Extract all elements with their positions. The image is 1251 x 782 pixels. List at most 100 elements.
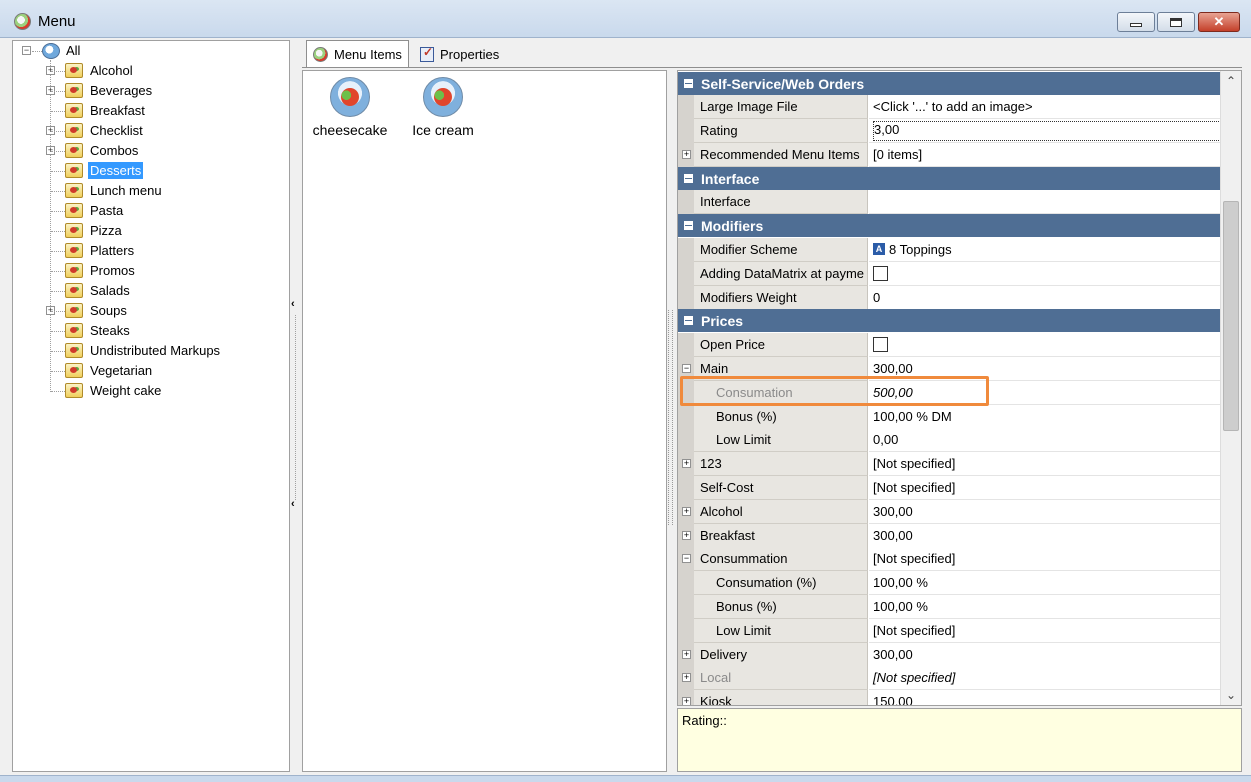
- tree-item-weight-cake[interactable]: Weight cake: [13, 381, 289, 401]
- collapse-icon[interactable]: −: [682, 364, 691, 373]
- tree-item-beverages[interactable]: + Beverages: [13, 81, 289, 101]
- dish-icon: [423, 77, 463, 117]
- prop-modifier-scheme[interactable]: Modifier Scheme A 8 Toppings: [678, 238, 1221, 262]
- expand-icon[interactable]: +: [682, 150, 691, 159]
- open-price-checkbox[interactable]: [873, 336, 888, 352]
- prop-delivery[interactable]: + Delivery 300,00: [678, 643, 1221, 667]
- prop-open-price[interactable]: Open Price: [678, 333, 1221, 357]
- prop-value[interactable]: [Not specified]: [869, 666, 1221, 690]
- prop-self-cost[interactable]: Self-Cost [Not specified]: [678, 476, 1221, 500]
- prop-value[interactable]: 300,00: [869, 524, 1221, 548]
- prop-consumation-pct[interactable]: Consumation (%) 100,00 %: [678, 571, 1221, 595]
- prop-local[interactable]: + Local [Not specified]: [678, 666, 1221, 690]
- category-prices[interactable]: Prices: [678, 309, 1221, 332]
- menu-item-cheesecake[interactable]: cheesecake: [310, 77, 390, 138]
- prop-bonus-main[interactable]: Bonus (%) 100,00 % DM: [678, 405, 1221, 429]
- prop-alcohol[interactable]: + Alcohol 300,00: [678, 500, 1221, 524]
- tree-item-vegetarian[interactable]: Vegetarian: [13, 361, 289, 381]
- expand-icon[interactable]: +: [682, 459, 691, 468]
- menu-item-label: Ice cream: [412, 122, 474, 138]
- prop-consummation[interactable]: − Consummation [Not specified]: [678, 547, 1221, 571]
- tree-root[interactable]: − All: [13, 41, 289, 61]
- prop-value[interactable]: [0 items]: [869, 143, 1221, 167]
- tab-properties[interactable]: Properties: [414, 42, 505, 67]
- tree-item-undistributed-markups[interactable]: Undistributed Markups: [13, 341, 289, 361]
- prop-low-limit-main[interactable]: Low Limit 0,00: [678, 428, 1221, 452]
- tree-item-checklist[interactable]: + Checklist: [13, 121, 289, 141]
- category-self-service[interactable]: Self-Service/Web Orders: [678, 72, 1221, 95]
- collapse-icon[interactable]: −: [22, 46, 31, 55]
- tab-menu-items[interactable]: Menu Items: [306, 40, 409, 67]
- tree-item-pizza[interactable]: Pizza: [13, 221, 289, 241]
- prop-value[interactable]: [Not specified]: [869, 476, 1221, 500]
- prop-consumation[interactable]: Consumation 500,00: [678, 381, 1221, 405]
- minimize-button[interactable]: [1117, 12, 1155, 32]
- prop-value[interactable]: 0,00: [869, 428, 1221, 452]
- prop-bonus-cons[interactable]: Bonus (%) 100,00 %: [678, 595, 1221, 619]
- menu-item-ice-cream[interactable]: Ice cream: [403, 77, 483, 138]
- prop-interface[interactable]: Interface: [678, 190, 1221, 214]
- rating-input[interactable]: 3,00: [873, 120, 1221, 141]
- property-grid[interactable]: Self-Service/Web Orders Large Image File…: [677, 70, 1242, 706]
- prop-value[interactable]: [Not specified]: [869, 619, 1221, 643]
- prop-value[interactable]: [Not specified]: [869, 547, 1221, 571]
- prop-value[interactable]: [Not specified]: [869, 452, 1221, 476]
- prop-rating[interactable]: Rating 3,00: [678, 119, 1221, 143]
- tree-splitter[interactable]: ‹ ‹: [290, 40, 301, 772]
- prop-adding-datamatrix[interactable]: Adding DataMatrix at payme: [678, 262, 1221, 286]
- tree-item-lunch-menu[interactable]: Lunch menu: [13, 181, 289, 201]
- menu-items-panel[interactable]: cheesecake Ice cream: [302, 70, 667, 772]
- tree-item-alcohol[interactable]: + Alcohol: [13, 61, 289, 81]
- prop-value[interactable]: 150,00: [869, 690, 1221, 705]
- app-icon: [14, 13, 31, 30]
- maximize-button[interactable]: [1157, 12, 1195, 32]
- tree-item-soups[interactable]: + Soups: [13, 301, 289, 321]
- tree-item-combos[interactable]: + Combos: [13, 141, 289, 161]
- prop-value[interactable]: 100,00 %: [869, 571, 1221, 595]
- prop-value[interactable]: 100,00 % DM: [869, 405, 1221, 429]
- tree-item-salads[interactable]: Salads: [13, 281, 289, 301]
- prop-value[interactable]: 300,00: [869, 643, 1221, 667]
- collapse-icon[interactable]: −: [682, 554, 691, 563]
- prop-breakfast[interactable]: + Breakfast 300,00: [678, 524, 1221, 548]
- category-interface[interactable]: Interface: [678, 167, 1221, 190]
- expand-icon[interactable]: +: [682, 507, 691, 516]
- tree-item-breakfast[interactable]: Breakfast: [13, 101, 289, 121]
- prop-value[interactable]: 300,00: [869, 500, 1221, 524]
- prop-123[interactable]: +123 [Not specified]: [678, 452, 1221, 476]
- tree-item-steaks[interactable]: Steaks: [13, 321, 289, 341]
- property-scrollbar[interactable]: ⌃ ⌄: [1220, 71, 1241, 705]
- prop-large-image[interactable]: Large Image File <Click '...' to add an i…: [678, 95, 1221, 119]
- prop-value[interactable]: 100,00 %: [869, 595, 1221, 619]
- expand-icon[interactable]: +: [682, 531, 691, 540]
- prop-name: Adding DataMatrix at payme: [694, 262, 868, 286]
- prop-main[interactable]: − Main 300,00: [678, 357, 1221, 381]
- scroll-up-icon[interactable]: ⌃: [1221, 71, 1241, 91]
- prop-value[interactable]: 500,00: [869, 381, 1221, 405]
- datamatrix-checkbox[interactable]: [873, 265, 888, 281]
- scroll-down-icon[interactable]: ⌄: [1221, 685, 1241, 705]
- collapse-left-icon-2[interactable]: ‹: [291, 498, 295, 510]
- prop-low-limit-cons[interactable]: Low Limit [Not specified]: [678, 619, 1221, 643]
- prop-value[interactable]: 300,00: [869, 357, 1221, 381]
- tree-item-pasta[interactable]: Pasta: [13, 201, 289, 221]
- tree-item-platters[interactable]: Platters: [13, 241, 289, 261]
- prop-value[interactable]: [869, 190, 1221, 214]
- panel-splitter[interactable]: [668, 310, 673, 525]
- expand-icon[interactable]: +: [682, 697, 691, 705]
- tree-item-desserts[interactable]: Desserts: [13, 161, 289, 181]
- category-tree[interactable]: − All + Alcohol + Beverages Breakfast + Checkl…: [12, 40, 290, 772]
- expand-icon[interactable]: +: [682, 650, 691, 659]
- close-button[interactable]: ✕: [1198, 12, 1240, 32]
- scroll-thumb[interactable]: [1223, 201, 1239, 431]
- prop-value[interactable]: <Click '...' to add an image>: [869, 95, 1221, 119]
- prop-modifiers-weight[interactable]: Modifiers Weight 0: [678, 286, 1221, 310]
- prop-value[interactable]: 0: [869, 286, 1221, 310]
- collapse-left-icon[interactable]: ‹: [291, 298, 295, 310]
- prop-kiosk[interactable]: + Kiosk 150,00: [678, 690, 1221, 705]
- tree-item-promos[interactable]: Promos: [13, 261, 289, 281]
- expand-icon[interactable]: +: [682, 673, 691, 682]
- modifier-scheme-value[interactable]: A 8 Toppings: [869, 238, 1221, 262]
- prop-recommended[interactable]: + Recommended Menu Items [0 items]: [678, 143, 1221, 167]
- category-modifiers[interactable]: Modifiers: [678, 214, 1221, 237]
